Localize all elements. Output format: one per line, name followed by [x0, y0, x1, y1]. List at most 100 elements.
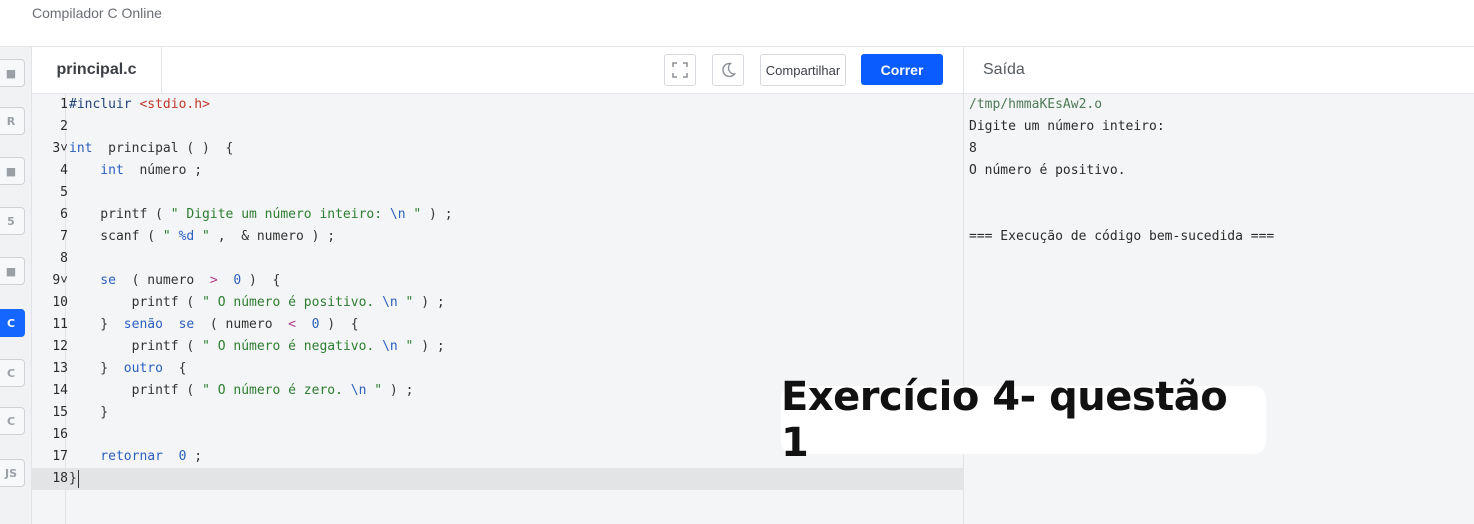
code-token: , & numero ) ; [209, 229, 336, 244]
line-number: 6 [60, 207, 68, 222]
line-number: 14 [52, 383, 68, 398]
moon-icon [722, 62, 736, 78]
code-token: } [69, 405, 109, 420]
output-console: /tmp/hmmaKEsAw2.o Digite um número inteir… [969, 94, 1274, 248]
code-token: " O número é zero. [202, 383, 351, 398]
top-bar: Compilador C Online [0, 0, 1474, 47]
code-line[interactable]: 8 [32, 248, 963, 270]
code-token: " [405, 207, 422, 222]
code-line[interactable]: 11 } senão se ( numero < 0 ) { [32, 314, 963, 336]
code-line[interactable]: 12 printf ( " O número é negativo. \n " … [32, 336, 963, 358]
code-token: número ; [123, 163, 203, 178]
code-token: senão se [123, 317, 195, 332]
code-token: ) ; [421, 207, 453, 222]
code-line[interactable]: 3˅ int principal ( ) { [32, 138, 963, 160]
line-number: 18 [52, 471, 68, 486]
output-title: Saída [983, 61, 1025, 78]
line-code: int número ; [69, 160, 202, 182]
fullscreen-button[interactable] [664, 54, 696, 86]
line-code: printf ( " O número é negativo. \n " ) ; [69, 336, 445, 358]
code-token: %d [178, 229, 195, 244]
code-token: " O número é positivo. [202, 295, 383, 310]
c-lang-icon[interactable]: C [0, 309, 25, 337]
code-token: ( numero [194, 317, 289, 332]
code-line[interactable]: 9˅ se ( numero > 0 ) { [32, 270, 963, 292]
language-label: C [6, 316, 16, 330]
code-token: <stdio.h> [139, 97, 210, 112]
code-token: int [69, 141, 93, 156]
line-code: } [69, 468, 77, 490]
line-number: 11 [52, 317, 68, 332]
dark-mode-button[interactable] [712, 54, 744, 86]
line-code: printf ( " O número é zero. \n " ) ; [69, 380, 414, 402]
code-token: principal ( ) { [92, 141, 234, 156]
code-token: " O número é negativo. [202, 339, 383, 354]
code-token: outro [123, 361, 163, 376]
code-token: se [69, 273, 116, 288]
code-line[interactable]: 4 int número ; [32, 160, 963, 182]
code-token: \n [389, 207, 406, 222]
line-code: } outro { [69, 358, 186, 380]
language-label: C [6, 414, 16, 428]
fullscreen-icon [672, 62, 688, 78]
code-token: > [209, 273, 218, 288]
code-line[interactable]: 2 [32, 116, 963, 138]
code-line[interactable]: 5 [32, 182, 963, 204]
text-cursor [78, 470, 79, 488]
line-number: 4 [60, 163, 68, 178]
share-button[interactable]: Compartilhar [760, 54, 846, 86]
line-code: se ( numero > 0 ) { [69, 270, 280, 292]
html5-icon[interactable]: 5 [0, 207, 25, 235]
code-token: ) { [319, 317, 359, 332]
r-lang-icon[interactable]: R [0, 107, 25, 135]
javascript-icon[interactable]: JS [0, 459, 25, 487]
cpp-icon[interactable]: C [0, 359, 25, 387]
code-line[interactable]: 6 printf ( " Digite um número inteiro: \… [32, 204, 963, 226]
code-token: ) ; [413, 339, 445, 354]
code-token: retornar [69, 449, 163, 464]
python-icon[interactable]: ■ [0, 59, 25, 87]
language-sidebar: ■ R ■ 5 ■ C C C JS [0, 47, 32, 524]
code-token: } [69, 361, 124, 376]
line-number: 8 [60, 251, 68, 266]
code-token: #incluir [69, 97, 140, 112]
code-token: printf ( [69, 207, 171, 222]
code-line[interactable]: 7 scanf ( " %d " , & numero ) ; [32, 226, 963, 248]
output-line: /tmp/hmmaKEsAw2.o [969, 97, 1103, 112]
code-token: { [162, 361, 187, 376]
line-number: 7 [60, 229, 68, 244]
line-number: 3˅ [52, 141, 68, 156]
line-code: int principal ( ) { [69, 138, 233, 160]
language-label: 5 [7, 214, 15, 228]
line-number: 5 [60, 185, 68, 200]
code-token: ) { [241, 273, 281, 288]
language-glyph: ■ [5, 264, 17, 278]
code-line[interactable]: 10 printf ( " O número é positivo. \n " … [32, 292, 963, 314]
code-token: " [397, 295, 414, 310]
code-token: " Digite um número inteiro: [170, 207, 390, 222]
output-line: 8 [969, 141, 977, 156]
code-token: < [288, 317, 296, 332]
code-token: } [69, 317, 124, 332]
output-header: Saída [964, 47, 1474, 94]
overlay-caption: Exercício 4- questão 1 [781, 374, 1266, 466]
code-token: int [69, 163, 124, 178]
output-line: Digite um número inteiro: [969, 119, 1165, 134]
line-number: 15 [52, 405, 68, 420]
java-icon[interactable]: ■ [0, 257, 25, 285]
code-token: " [397, 339, 414, 354]
code-line[interactable]: 1 #incluir <stdio.h> [32, 94, 963, 116]
csharp-icon[interactable]: C [0, 407, 25, 435]
code-line[interactable]: 18} [32, 468, 963, 490]
file-tab[interactable]: principal.c [32, 47, 162, 93]
code-token: " [366, 383, 383, 398]
line-code: printf ( " Digite um número inteiro: \n … [69, 204, 453, 226]
code-token: ) ; [413, 295, 445, 310]
line-number: 2 [60, 119, 68, 134]
code-token: ; [186, 449, 203, 464]
code-token: " [162, 229, 179, 244]
run-button[interactable]: Correr [861, 54, 943, 85]
database-icon[interactable]: ■ [0, 157, 25, 185]
